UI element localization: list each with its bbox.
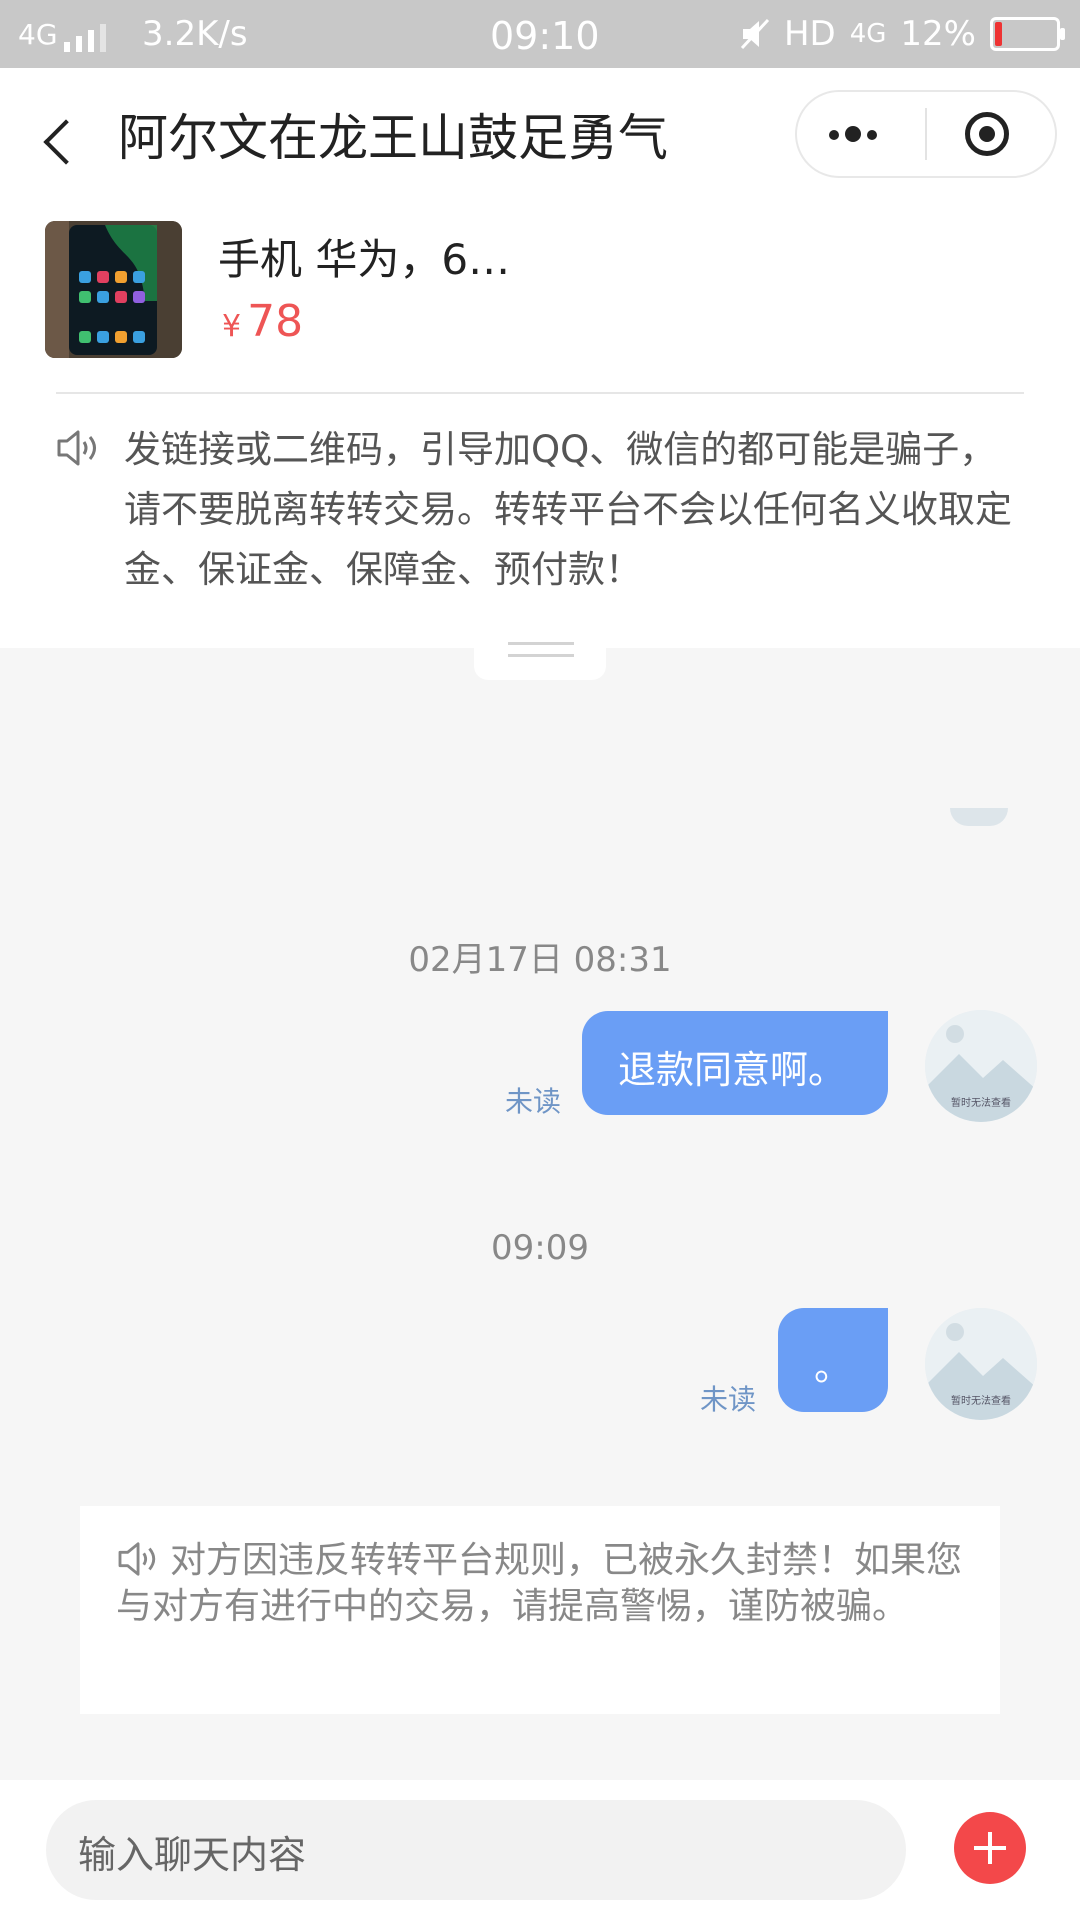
signal-icon: [64, 22, 116, 52]
more-icon[interactable]: [829, 110, 929, 158]
back-button[interactable]: [34, 104, 84, 184]
divider: [56, 392, 1024, 394]
battery-fill: [995, 22, 1002, 46]
chat-header: 阿尔文在龙王山鼓足勇气 手机 华为，6… ¥78 发链接或二维码，引导加QQ、微…: [0, 68, 1080, 648]
product-name[interactable]: 手机 华为，6…: [218, 226, 510, 287]
speaker-icon: [118, 1542, 156, 1576]
message-input[interactable]: 输入聊天内容: [46, 1800, 906, 1900]
ban-notice-text: 对方因违反转转平台规则，已被永久封禁！如果您与对方有进行中的交易，请提高警惕，谨…: [116, 1540, 963, 1627]
warning-text: 发链接或二维码，引导加QQ、微信的都可能是骗子，请不要脱离转转交易。转转平台不会…: [124, 428, 1012, 591]
price-value: 78: [247, 296, 304, 347]
avatar[interactable]: 暂时无法查看: [925, 1308, 1037, 1420]
message-text: 退款同意啊。: [618, 1048, 847, 1092]
input-bar: 输入聊天内容: [0, 1780, 1080, 1920]
message-timestamp: 02月17日 08:31: [408, 940, 672, 980]
collapse-handle[interactable]: [474, 630, 606, 680]
avatar-caption: 暂时无法查看: [951, 1396, 1011, 1407]
capsule-divider: [925, 108, 927, 160]
mini-program-capsule: [795, 90, 1057, 178]
read-status: 未读: [700, 1383, 757, 1416]
network-type: 4G: [18, 18, 58, 51]
avatar-caption: 暂时无法查看: [951, 1098, 1011, 1109]
avatar[interactable]: 暂时无法查看: [925, 1010, 1037, 1122]
network-type-right: 4G: [849, 19, 887, 49]
fraud-warning: 发链接或二维码，引导加QQ、微信的都可能是骗子，请不要脱离转转交易。转转平台不会…: [56, 420, 1026, 600]
speaker-icon: [57, 430, 96, 466]
message-bubble[interactable]: 。: [778, 1308, 888, 1412]
message-text: 。: [814, 1345, 853, 1389]
page-title: 阿尔文在龙王山鼓足勇气: [118, 109, 668, 167]
close-target-icon[interactable]: [965, 112, 1009, 156]
status-bar: 4G 3.2K/s 09:10 HD 4G 12%: [0, 0, 1080, 68]
currency-symbol: ¥: [222, 309, 242, 344]
mute-icon: [740, 18, 770, 50]
clock: 09:10: [490, 14, 600, 58]
avatar-partial: [950, 808, 1008, 826]
battery-percent: 12%: [900, 14, 976, 54]
ban-notice-content: 对方因违反转转平台规则，已被永久封禁！如果您与对方有进行中的交易，请提高警惕，谨…: [116, 1538, 966, 1630]
battery-icon: [990, 17, 1065, 51]
status-right: HD 4G 12%: [740, 14, 1065, 54]
ban-notice: 对方因违反转转平台规则，已被永久封禁！如果您与对方有进行中的交易，请提高警惕，谨…: [80, 1506, 1000, 1714]
add-button[interactable]: [954, 1812, 1026, 1884]
product-price: ¥78: [222, 296, 303, 347]
phone-image: [45, 221, 182, 358]
hd-indicator: HD: [783, 14, 836, 54]
input-placeholder: 输入聊天内容: [78, 1833, 307, 1877]
message-bubble[interactable]: 退款同意啊。: [582, 1011, 888, 1115]
read-status: 未读: [505, 1085, 562, 1118]
product-thumbnail[interactable]: [45, 221, 182, 358]
network-speed: 3.2K/s: [142, 14, 248, 54]
message-timestamp: 09:09: [491, 1228, 589, 1268]
